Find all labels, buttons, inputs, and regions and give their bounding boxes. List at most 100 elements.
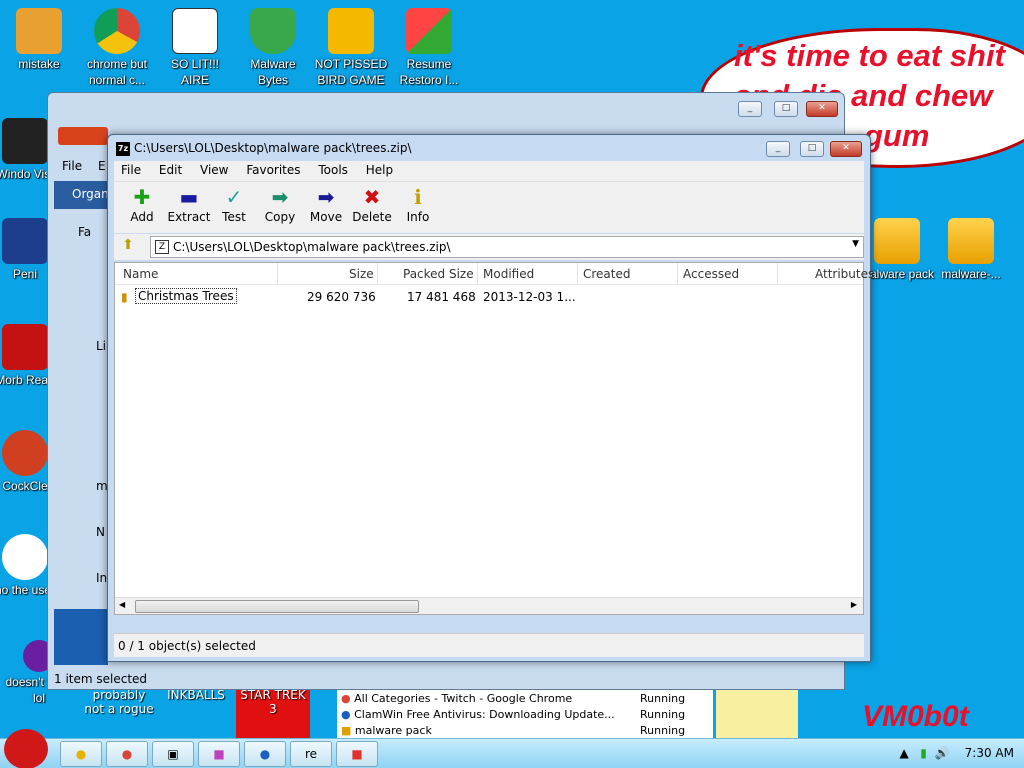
minus-icon: ▬: [179, 185, 199, 209]
cards-icon: [172, 8, 218, 54]
table-row[interactable]: ▮ Christmas Trees 29 620 736 17 481 468 …: [115, 287, 863, 307]
col-accessed[interactable]: Accessed: [683, 267, 739, 281]
arrow-right-icon: ➡: [271, 185, 289, 209]
sevenzip-window[interactable]: 7z C:\Users\LOL\Desktop\malware pack\tree…: [107, 134, 874, 662]
task-list: ● All Categories - Twitch - Google Chrom…: [337, 690, 713, 738]
copy-button[interactable]: ➡ Copy: [258, 186, 302, 224]
file-list[interactable]: Name Size Packed Size Modified Created A…: [114, 262, 874, 615]
task-item[interactable]: ● ClamWin Free Antivirus: Downloading Up…: [341, 708, 615, 724]
chrome-icon: ●: [121, 747, 133, 761]
maximize-button[interactable]: □: [774, 101, 798, 117]
desktop-icon-malwarebytes[interactable]: Malware Bytes: [234, 2, 312, 88]
close-button[interactable]: ✕: [806, 101, 838, 117]
horizontal-scrollbar[interactable]: ◀ ▶: [115, 597, 863, 614]
window-title: 7z C:\Users\LOL\Desktop\malware pack\tree…: [116, 141, 412, 156]
add-button[interactable]: ✚ Add: [120, 186, 164, 224]
explorer-menu-edit[interactable]: E: [98, 159, 106, 173]
task-state: Running: [640, 708, 686, 721]
status-bar: 0 / 1 object(s) selected: [114, 633, 864, 657]
desktop-icon-chrome[interactable]: chrome but normal c...: [78, 2, 156, 88]
col-name[interactable]: Name: [123, 267, 158, 281]
system-tray: ▲ ▮ 🔊 7:30 AM: [900, 746, 1014, 760]
move-button[interactable]: ➡ Move: [304, 186, 348, 224]
desktop-icon-star-trek[interactable]: STAR TREK 3: [236, 688, 310, 738]
preview-pane: [54, 609, 108, 665]
desktop-yellow-thumbnail: [716, 690, 798, 738]
taskbar-app[interactable]: ■: [198, 741, 240, 767]
extract-button[interactable]: ▬ Extract: [167, 186, 211, 224]
ccleaner-icon: [2, 430, 48, 476]
restoro-icon: ■: [351, 747, 363, 761]
nav-homegroup[interactable]: m: [96, 479, 108, 493]
clamwin-icon: ●: [259, 747, 271, 761]
battery-icon[interactable]: ▮: [920, 746, 927, 760]
taskbar-re[interactable]: re: [290, 741, 332, 767]
scroll-thumb[interactable]: [135, 600, 419, 613]
info-button[interactable]: ℹ Info: [396, 186, 440, 224]
col-packed-size[interactable]: Packed Size: [403, 267, 474, 281]
col-size[interactable]: Size: [349, 267, 374, 281]
column-headers: Name Size Packed Size Modified Created A…: [115, 263, 874, 285]
col-modified[interactable]: Modified: [483, 267, 534, 281]
chevron-up-icon[interactable]: ▲: [900, 746, 909, 760]
check-icon: ✓: [225, 185, 243, 209]
organize-button[interactable]: Organ: [54, 181, 109, 209]
nav-libraries[interactable]: Li: [96, 339, 106, 353]
desktop-icon-bird-game[interactable]: NOT PISSED BIRD GAME: [312, 2, 390, 88]
test-button[interactable]: ✓ Test: [212, 186, 256, 224]
address-bar: ⬆ Z C:\Users\LOL\Desktop\malware pack\tr…: [114, 234, 864, 260]
signature-text: VM0b0t: [862, 700, 969, 733]
shield-icon: [250, 8, 296, 54]
chrome-icon: ●: [341, 692, 355, 705]
nav-internet[interactable]: In: [96, 571, 107, 585]
desktop-icon-restoro[interactable]: Resume Restoro I...: [390, 2, 468, 88]
address-field[interactable]: Z C:\Users\LOL\Desktop\malware pack\tree…: [150, 236, 864, 258]
taskbar-explorer[interactable]: ●: [60, 741, 102, 767]
folder-icon: ▮: [121, 290, 128, 304]
menu-help[interactable]: Help: [359, 161, 400, 179]
minimize-button[interactable]: _: [766, 141, 790, 157]
nav-network[interactable]: N: [96, 525, 105, 539]
desktop-icon-inkballs[interactable]: INKBALLS: [158, 688, 234, 702]
scroll-left-icon[interactable]: ◀: [119, 600, 125, 609]
x-icon: ✖: [363, 185, 381, 209]
desktop-icon-rogue[interactable]: probably not a rogue: [82, 688, 156, 716]
menu-view[interactable]: View: [193, 161, 235, 179]
start-button[interactable]: [4, 729, 48, 768]
info-icon: ℹ: [414, 185, 422, 209]
maximize-button[interactable]: □: [800, 141, 824, 157]
explorer-menu-file[interactable]: File: [62, 159, 82, 173]
folder-icon: ■: [341, 724, 355, 737]
taskbar-chrome[interactable]: ●: [106, 741, 148, 767]
photoshop-icon: [2, 218, 48, 264]
taskbar-clamwin[interactable]: ●: [244, 741, 286, 767]
folder-icon: [874, 218, 920, 264]
scroll-right-icon[interactable]: ▶: [851, 600, 857, 609]
nav-favorites[interactable]: Fa: [78, 225, 91, 239]
desktop-icon-malware-zip[interactable]: malware-...: [932, 212, 1010, 282]
chevron-down-icon[interactable]: ▼: [852, 239, 859, 249]
col-attributes[interactable]: Attributes: [815, 267, 874, 281]
archive-icon: Z: [155, 240, 169, 254]
up-folder-icon[interactable]: ⬆: [118, 237, 138, 257]
volume-icon[interactable]: 🔊: [934, 746, 949, 760]
task-item[interactable]: ● All Categories - Twitch - Google Chrom…: [341, 692, 572, 708]
desktop-icon-solitaire[interactable]: SO LIT!!! AIRE: [156, 2, 234, 88]
trash-icon: [2, 118, 48, 164]
minimize-button[interactable]: _: [738, 101, 762, 117]
taskbar-restoro[interactable]: ■: [336, 741, 378, 767]
desktop-icon-mistake[interactable]: mistake: [0, 2, 78, 72]
close-button[interactable]: ✕: [830, 141, 862, 157]
menu-edit[interactable]: Edit: [152, 161, 189, 179]
lightning-icon: [2, 534, 48, 580]
taskbar-terminal[interactable]: ▣: [152, 741, 194, 767]
menu-favorites[interactable]: Favorites: [239, 161, 307, 179]
col-created[interactable]: Created: [583, 267, 631, 281]
delete-button[interactable]: ✖ Delete: [350, 186, 394, 224]
nav-arrows-icon[interactable]: [58, 127, 108, 145]
menu-file[interactable]: File: [114, 161, 148, 179]
pig-icon: [328, 8, 374, 54]
clock-time[interactable]: 7:30 AM: [965, 746, 1014, 760]
menu-tools[interactable]: Tools: [311, 161, 355, 179]
clamwin-icon: ●: [341, 708, 355, 721]
